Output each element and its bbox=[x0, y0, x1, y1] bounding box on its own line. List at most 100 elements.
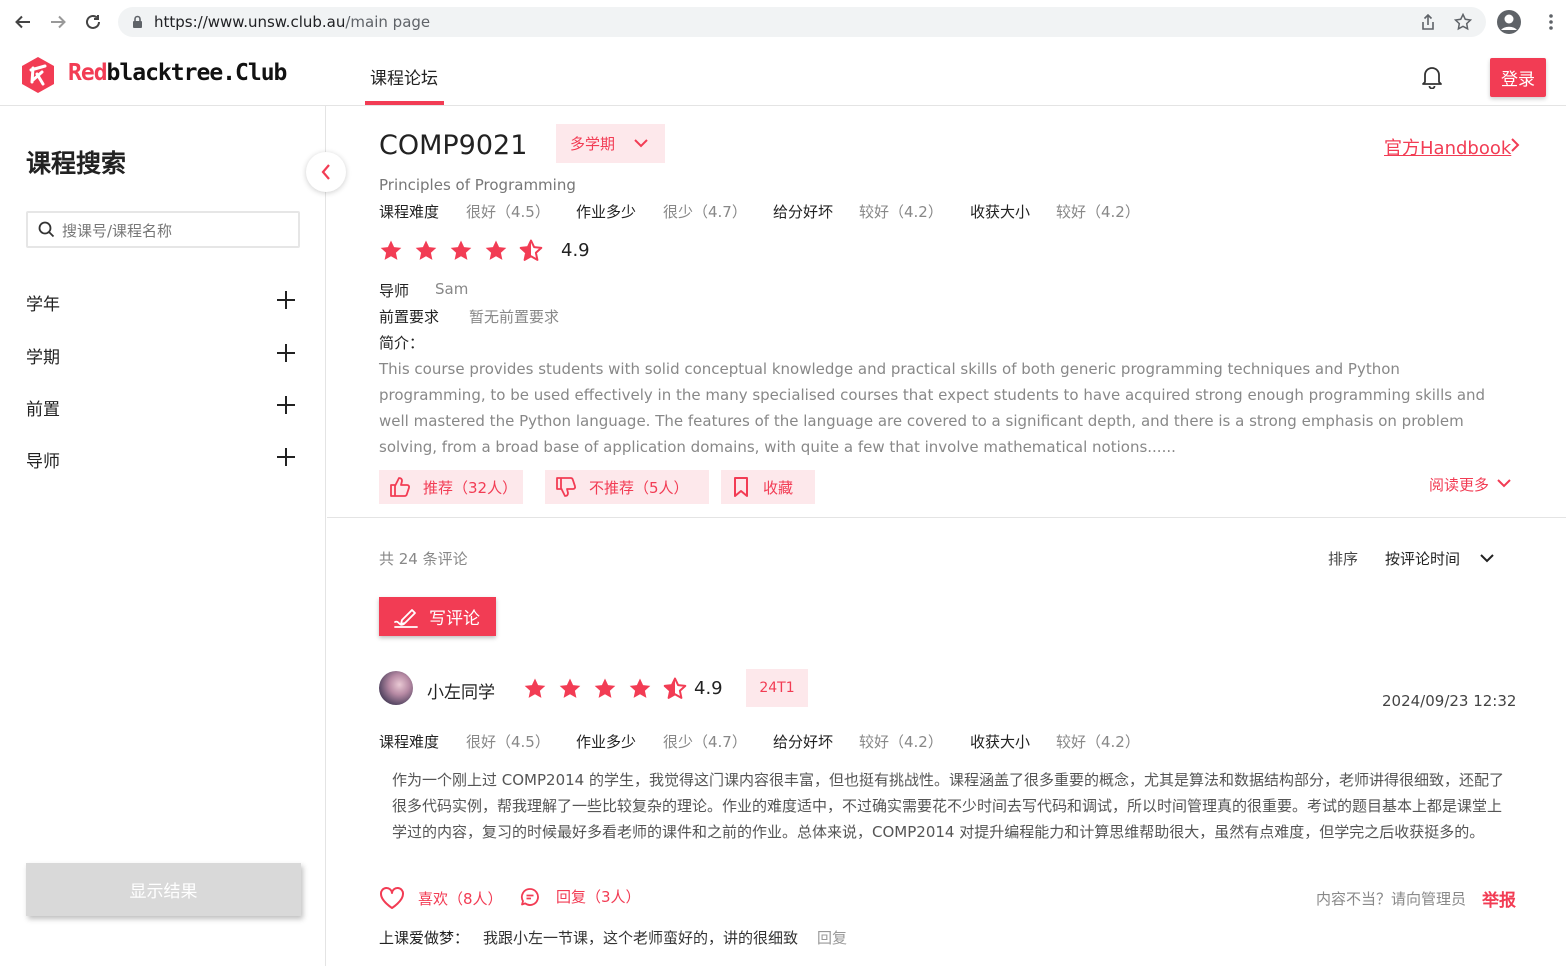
sort-label: 排序 bbox=[1328, 550, 1359, 568]
menu-icon[interactable] bbox=[1548, 13, 1554, 31]
filter-year[interactable]: 学年 bbox=[26, 288, 296, 315]
course-name: Principles of Programming bbox=[379, 176, 576, 194]
chevron-right-icon[interactable] bbox=[1510, 137, 1520, 153]
review-rating-value: 4.9 bbox=[694, 678, 723, 699]
url-path: /main page bbox=[345, 13, 431, 31]
metric-value: 较好（4.2） bbox=[859, 203, 943, 221]
logo-icon[interactable] bbox=[20, 56, 56, 94]
lock-icon bbox=[133, 15, 142, 28]
bell-icon[interactable] bbox=[1421, 65, 1443, 89]
review-username[interactable]: 小左同学 bbox=[427, 678, 495, 703]
plus-icon[interactable] bbox=[276, 290, 296, 310]
metric-value: 较好（4.2） bbox=[1056, 733, 1140, 751]
recommend-label: 推荐（32人） bbox=[423, 478, 518, 497]
show-results-button[interactable]: 显示结果 bbox=[26, 863, 301, 916]
metric-label: 给分好坏 bbox=[773, 733, 834, 751]
term-select-value: 多学期 bbox=[570, 135, 616, 153]
reply-button[interactable]: 回复（3人） bbox=[520, 886, 641, 907]
handbook-link[interactable]: 官方Handbook bbox=[1384, 134, 1511, 160]
search-placeholder: 搜课号/课程名称 bbox=[62, 222, 173, 240]
course-rating-stars bbox=[379, 239, 554, 263]
report-hint: 内容不当？请向管理员 bbox=[1316, 890, 1467, 908]
star-full-icon bbox=[594, 678, 616, 698]
metric-label: 收获大小 bbox=[970, 733, 1031, 751]
app-header: Redblacktree.Club 课程论坛 登录 bbox=[0, 44, 1566, 106]
address-bar[interactable]: https://www.unsw.club.au/main page bbox=[118, 7, 1486, 37]
not-recommend-label: 不推荐（5人） bbox=[589, 478, 689, 497]
filter-label: 学年 bbox=[26, 295, 60, 315]
metric-value: 很少（4.7） bbox=[663, 733, 747, 751]
read-more-link[interactable]: 阅读更多 bbox=[1429, 474, 1489, 495]
browser-toolbar: https://www.unsw.club.au/main page bbox=[0, 0, 1566, 44]
review-count: 共 24 条评论 bbox=[379, 550, 468, 568]
like-button[interactable]: 喜欢（8人） bbox=[379, 886, 503, 910]
filter-term[interactable]: 学期 bbox=[26, 341, 296, 368]
favorite-button[interactable]: 收藏 bbox=[721, 470, 815, 504]
like-label: 喜欢（8人） bbox=[418, 889, 503, 908]
sidebar-title: 课程搜索 bbox=[26, 149, 127, 178]
filter-label: 前置 bbox=[26, 400, 60, 420]
forward-icon[interactable] bbox=[46, 10, 70, 34]
plus-icon[interactable] bbox=[276, 395, 296, 415]
course-code: COMP9021 bbox=[379, 130, 528, 161]
url-text: https://www.unsw.club.au/main page bbox=[154, 13, 430, 31]
term-select[interactable]: 多学期 bbox=[556, 124, 665, 163]
filter-prereq[interactable]: 前置 bbox=[26, 393, 296, 420]
metric-label: 课程难度 bbox=[379, 203, 440, 221]
heart-icon bbox=[380, 887, 404, 909]
filter-label: 学期 bbox=[26, 348, 60, 368]
review-rating-stars bbox=[523, 677, 698, 701]
review-timestamp: 2024/09/23 12:32 bbox=[1382, 692, 1517, 710]
course-rating-value: 4.9 bbox=[561, 240, 590, 261]
write-review-button[interactable]: 写评论 bbox=[379, 597, 496, 636]
logo-text[interactable]: Redblacktree.Club bbox=[68, 60, 287, 86]
comment-icon bbox=[520, 887, 539, 906]
thumbs-down-icon bbox=[556, 477, 577, 497]
star-full-icon bbox=[559, 678, 581, 698]
star-full-icon bbox=[380, 240, 402, 260]
metric-label: 课程难度 bbox=[379, 733, 440, 751]
star-full-icon bbox=[524, 678, 546, 698]
reply-link[interactable]: 回复 bbox=[817, 927, 847, 948]
filter-label: 导师 bbox=[26, 452, 60, 472]
course-intro: This course provides students with solid… bbox=[379, 360, 1486, 456]
back-icon[interactable] bbox=[11, 10, 35, 34]
login-button[interactable]: 登录 bbox=[1490, 58, 1546, 97]
filter-tutor[interactable]: 导师 bbox=[26, 445, 296, 472]
avatar[interactable] bbox=[379, 671, 413, 705]
share-icon[interactable] bbox=[1420, 14, 1436, 31]
write-icon bbox=[394, 608, 418, 628]
sidebar: 课程搜索 搜课号/课程名称 学年 学期 前置 导师 显示结果 bbox=[0, 106, 326, 966]
profile-icon[interactable] bbox=[1496, 9, 1522, 35]
star-half-icon bbox=[519, 239, 543, 261]
star-half-icon bbox=[663, 677, 687, 699]
not-recommend-button[interactable]: 不推荐（5人） bbox=[545, 470, 709, 504]
review-body: 作为一个刚上过 COMP2014 的学生，我觉得这门课内容很丰富，但也挺有挑战性… bbox=[392, 771, 1504, 841]
metric-value: 很少（4.7） bbox=[663, 203, 747, 221]
plus-icon[interactable] bbox=[276, 447, 296, 467]
report-link[interactable]: 举报 bbox=[1482, 886, 1516, 911]
recommend-button[interactable]: 推荐（32人） bbox=[379, 470, 523, 504]
tutor-label: 导师 bbox=[379, 282, 410, 300]
reload-icon[interactable] bbox=[81, 10, 105, 34]
main-content: COMP9021 多学期 官方Handbook Principles of Pr… bbox=[327, 106, 1566, 966]
metric-label: 作业多少 bbox=[576, 203, 637, 221]
metric-label: 作业多少 bbox=[576, 733, 637, 751]
metric-value: 很好（4.5） bbox=[466, 733, 550, 751]
plus-icon[interactable] bbox=[276, 343, 296, 363]
search-input[interactable]: 搜课号/课程名称 bbox=[26, 211, 300, 248]
chevron-down-icon[interactable] bbox=[1479, 552, 1495, 564]
metric-value: 很好（4.5） bbox=[466, 203, 550, 221]
metric-value: 较好（4.2） bbox=[859, 733, 943, 751]
star-full-icon bbox=[415, 240, 437, 260]
sort-select[interactable]: 按评论时间 bbox=[1385, 548, 1460, 569]
tab-course-forum[interactable]: 课程论坛 bbox=[370, 64, 438, 89]
thumbs-up-icon bbox=[390, 477, 411, 497]
term-badge: 24T1 bbox=[746, 669, 808, 707]
bookmark-icon bbox=[734, 477, 748, 497]
reply-label: 回复（3人） bbox=[556, 888, 641, 906]
reply-username: 上课爱做梦： bbox=[379, 929, 470, 947]
chevron-down-icon[interactable] bbox=[1496, 477, 1512, 489]
metric-value: 较好（4.2） bbox=[1056, 203, 1140, 221]
bookmark-star-icon[interactable] bbox=[1454, 13, 1472, 31]
